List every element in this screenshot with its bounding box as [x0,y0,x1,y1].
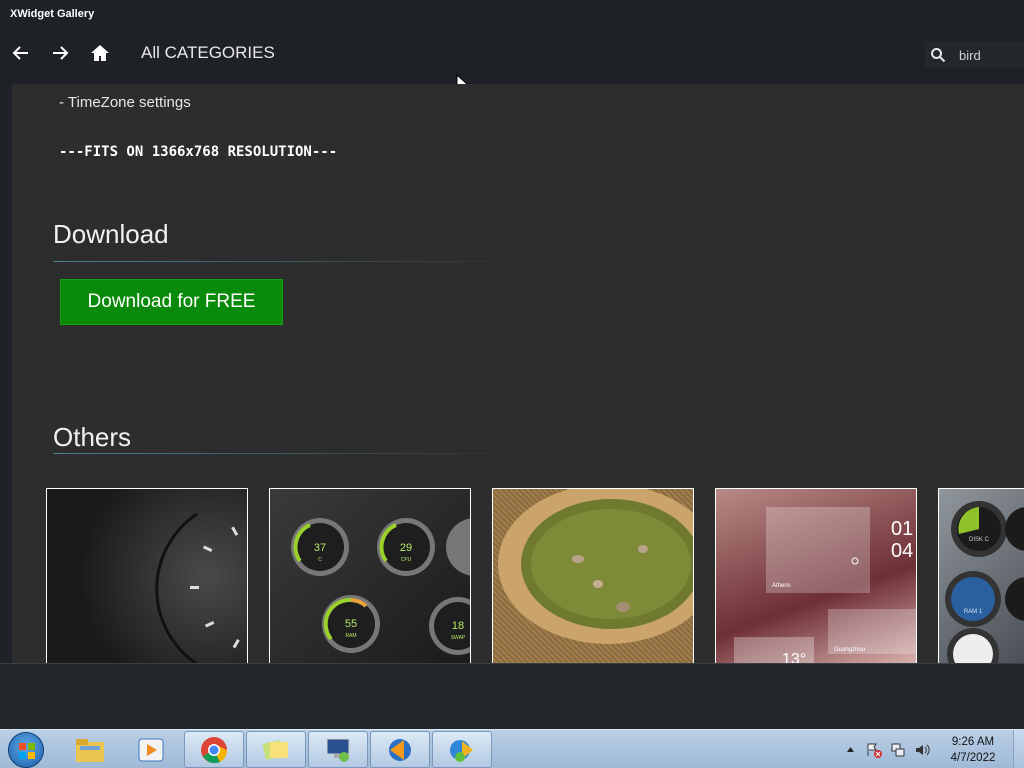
taskbar-sticky-notes[interactable] [246,731,306,768]
show-desktop-button[interactable] [1013,730,1024,768]
thumbnail-herbs-bowl[interactable] [492,488,694,663]
action-center-icon[interactable] [866,742,882,758]
home-icon [91,45,109,61]
clock-hour-text: 01 [891,518,913,540]
search-icon [931,48,946,63]
chrome-icon [201,736,228,763]
system-clock[interactable]: 9:26 AM 4/7/2022 [940,734,1006,766]
arrow-left-icon [12,46,28,60]
taskbar-media-center[interactable] [370,731,430,768]
weather-clock-widget-icon: Athens 13° Guangzhou 01 04 [734,507,916,663]
nav-bar: All CATEGORIES [0,30,1024,94]
widget-detail-panel: - TimeZone settings ---FITS ON 1366x768 … [12,84,1024,663]
media-center-icon [389,738,411,761]
herbs-bowl-widget-icon [498,489,693,644]
dark-clock-widget-icon [155,512,240,663]
start-button[interactable] [8,732,44,768]
download-divider [53,261,529,262]
disk-meters-widget-icon: DISK C RAM 1 [945,501,1024,663]
weather-city-text: Athens [772,583,791,589]
home-button[interactable] [87,40,113,66]
gauge-value-text: 29 [400,542,412,554]
gauge-value-text: 37 [314,542,326,554]
disk-label-text: DISK C [969,537,990,543]
gauge-label-text: C [318,557,322,563]
back-button[interactable] [8,40,34,66]
search-input[interactable] [959,46,1021,64]
ram-label-text: RAM 1 [964,609,983,615]
folder-icon [76,738,104,762]
taskbar-remote-desktop[interactable] [308,731,368,768]
thumbnail-weather-clock[interactable]: Athens 13° Guangzhou 01 04 [715,488,917,663]
windows-logo-icon [19,743,35,759]
gauge-value-text: 18 [452,620,464,632]
bottom-bar [0,663,1024,729]
gauge-value-text: 55 [345,618,357,630]
download-button[interactable]: Download for FREE [60,279,283,325]
weather-temp-text: 13° [782,651,806,663]
description-line: - TimeZone settings [59,94,191,111]
thumbnail-system-gauges[interactable]: 37 C 29 CPU 55 RAM 18 SWAP [269,488,471,663]
clock-time: 9:26 AM [951,736,995,748]
window-title: XWidget Gallery [10,8,95,20]
resolution-note: ---FITS ON 1366x768 RESOLUTION--- [59,144,338,160]
weather-city-text: Guangzhou [834,647,865,653]
taskbar-xwidget[interactable] [432,731,492,768]
taskbar: 9:26 AM 4/7/2022 [0,729,1024,768]
others-heading: Others [53,422,132,452]
thumbnail-dark-clock[interactable] [46,488,248,663]
taskbar-media-player[interactable] [121,731,181,768]
tray-chevron-up-icon[interactable] [846,745,855,754]
volume-icon[interactable] [914,742,930,758]
clock-minute-text: 04 [891,540,913,562]
search-box[interactable] [925,42,1024,68]
taskbar-file-explorer[interactable] [60,731,120,768]
arrow-right-icon [53,46,69,60]
sticky-notes-icon [262,739,288,760]
network-icon[interactable] [890,742,906,758]
xwidget-icon [450,739,473,762]
forward-button[interactable] [47,40,73,66]
download-heading: Download [53,219,169,249]
gauge-label-text: SWAP [451,635,466,641]
gauge-label-text: CPU [401,557,412,563]
others-divider [53,453,529,454]
title-bar: XWidget Gallery [0,0,1024,30]
clock-date: 4/7/2022 [950,752,996,764]
category-title[interactable]: All CATEGORIES [141,43,275,63]
remote-desktop-icon [326,738,350,762]
system-gauges-widget-icon: 37 C 29 CPU 55 RAM 18 SWAP [291,518,470,655]
thumbnail-disk-meters[interactable]: DISK C RAM 1 [938,488,1024,663]
taskbar-chrome[interactable] [184,731,244,768]
gauge-label-text: RAM [345,633,356,639]
media-player-icon [138,738,164,761]
